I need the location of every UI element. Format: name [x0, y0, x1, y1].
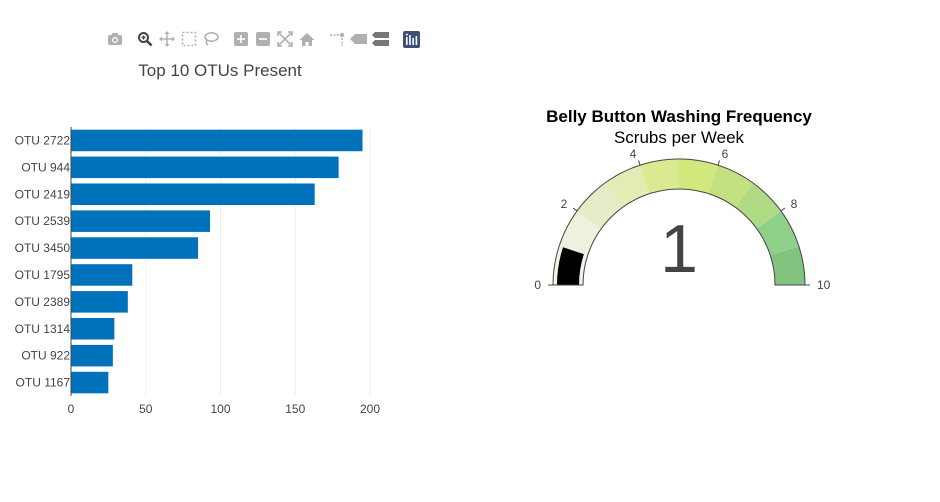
- bar-chart-bar[interactable]: [71, 129, 363, 152]
- gauge-tick-mark: [717, 160, 720, 166]
- bar-chart-y-tick-label: OTU 1795: [15, 268, 71, 282]
- box-select-icon[interactable]: [178, 28, 200, 50]
- bar-chart-bar[interactable]: [71, 156, 339, 179]
- bar-chart-y-tick-label: OTU 2419: [15, 187, 71, 201]
- gauge-subtitle: Scrubs per Week: [614, 128, 745, 147]
- bar-chart-bar[interactable]: [71, 344, 113, 367]
- bar-chart-bar[interactable]: [71, 237, 199, 259]
- bar-chart-y-tick-label: OTU 3450: [15, 241, 71, 255]
- bar-chart-title: Top 10 OTUs Present: [138, 61, 302, 80]
- bar-chart-x-tick-label: 150: [285, 402, 305, 416]
- gauge-tick-label: 6: [722, 147, 729, 161]
- bar-chart-x-tick-label: 100: [210, 402, 230, 416]
- bar-chart-bar[interactable]: [71, 264, 133, 286]
- gauge-tick-label: 8: [791, 197, 798, 211]
- bar-chart-x-tick-label: 200: [360, 402, 380, 416]
- bar-chart-x-tick-label: 0: [68, 402, 75, 416]
- gauge-tick-label: 0: [534, 278, 541, 292]
- bar-chart-bar[interactable]: [71, 371, 109, 394]
- bar-chart-x-tick-label: 50: [139, 402, 153, 416]
- pan-icon[interactable]: [156, 28, 178, 50]
- bar-chart-y-tick-label: OTU 922: [21, 349, 70, 363]
- bar-chart-bars: [71, 129, 363, 394]
- gauge-tick-label: 4: [630, 147, 637, 161]
- zoom-out-icon[interactable]: [252, 28, 274, 50]
- bar-chart-y-tick-label: OTU 1167: [16, 376, 71, 390]
- bar-chart-y-tick-labels: OTU 2722 OTU 944 OTU 2419 OTU 2539 OTU 3450 O…: [15, 133, 71, 389]
- lasso-select-icon[interactable]: [200, 28, 222, 50]
- bar-chart-bar[interactable]: [71, 291, 128, 313]
- bar-chart-y-tick-label: OTU 2389: [15, 295, 71, 309]
- gauge-tick-label: 10: [817, 278, 831, 292]
- autoscale-icon[interactable]: [274, 28, 296, 50]
- bar-chart-y-tick-label: OTU 1314: [15, 322, 71, 336]
- bar-chart-y-tick-label: OTU 944: [21, 160, 70, 174]
- zoom-in-icon[interactable]: [230, 28, 252, 50]
- zoom-icon[interactable]: [134, 28, 156, 50]
- bar-chart-bar[interactable]: [71, 317, 115, 340]
- spike-lines-icon[interactable]: [326, 28, 348, 50]
- bar-chart-bar[interactable]: [71, 183, 315, 206]
- bar-chart-y-tick-label: OTU 2722: [15, 133, 71, 147]
- reset-axes-icon[interactable]: [296, 28, 318, 50]
- gauge-tick-label: 2: [561, 197, 568, 211]
- chart-modebar: [104, 28, 422, 50]
- gauge-tick-mark: [572, 207, 578, 212]
- bar-chart-bar[interactable]: [71, 210, 211, 232]
- bar-chart: Top 10 OTUs Present OTU 2722OTU 944OTU 2…: [15, 61, 381, 416]
- gauge-tick-mark: [638, 160, 641, 166]
- hover-closest-icon[interactable]: [348, 28, 370, 50]
- gauge-tick-mark: [780, 207, 786, 212]
- plotly-logo-icon[interactable]: [400, 28, 422, 50]
- camera-icon[interactable]: [104, 28, 126, 50]
- gauge-chart: Belly Button Washing Frequency Scrubs pe…: [534, 107, 831, 292]
- gauge-value-number: 1: [660, 211, 698, 287]
- bar-chart-y-tick-label: OTU 2539: [15, 214, 71, 228]
- bar-chart-x-tick-labels: 0 50 100 150 200: [68, 402, 381, 416]
- hover-compare-icon[interactable]: [370, 28, 392, 50]
- gauge-title: Belly Button Washing Frequency: [546, 107, 812, 126]
